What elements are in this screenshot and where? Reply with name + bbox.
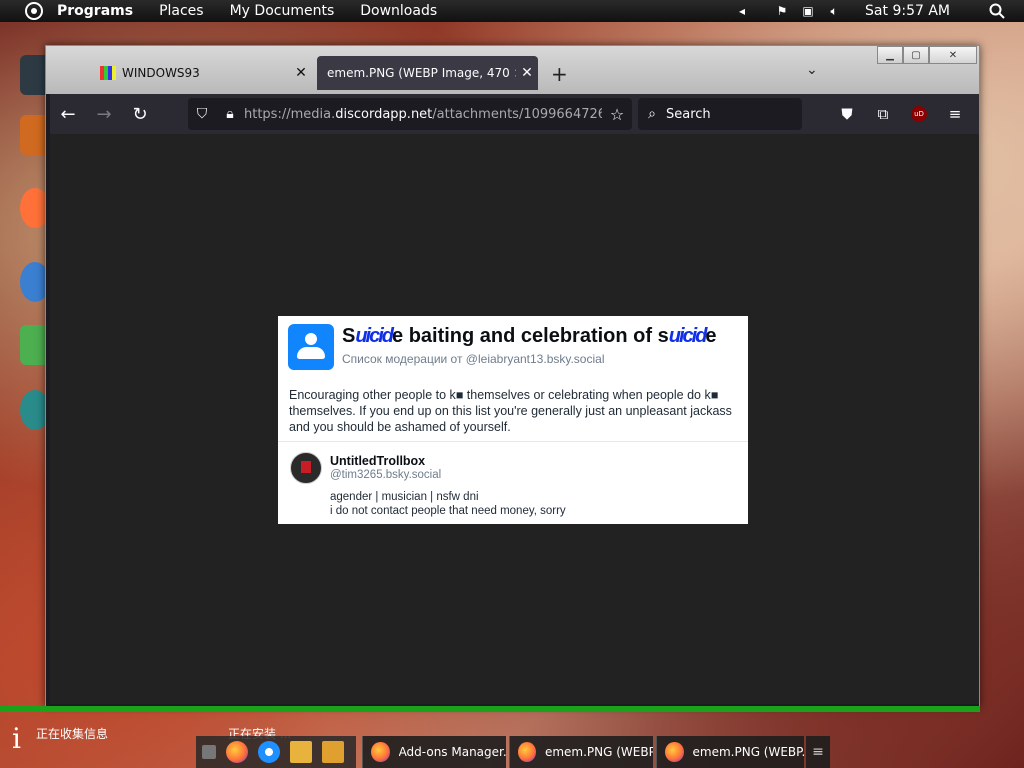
ublock-label: uD bbox=[911, 106, 927, 122]
title-part: e bbox=[705, 325, 717, 347]
browser-window: WINDOWS93 ✕ emem.PNG (WEBP Image, 470 × … bbox=[45, 45, 980, 707]
displayed-image[interactable]: Suicide baiting and celebration of suici… bbox=[278, 316, 748, 524]
search-icon[interactable] bbox=[988, 2, 1006, 20]
media-player-icon[interactable] bbox=[322, 741, 344, 763]
navigation-toolbar: ← → ↻ ⛉ 🔒︎ https://media.discordapp.net/… bbox=[50, 94, 979, 134]
menu-my-documents[interactable]: My Documents bbox=[230, 3, 335, 19]
tab-emem-png[interactable]: emem.PNG (WEBP Image, 470 × 208 pixels) … bbox=[317, 56, 538, 90]
extensions-icon[interactable]: ⧉ bbox=[865, 98, 901, 130]
system-tray: ◂ ⚑ ▣ 🔈︎ Sat 9:57 AM bbox=[725, 0, 1024, 22]
task-addons-manager[interactable]: Add-ons Manager... bbox=[362, 736, 506, 768]
top-panel: Programs Places My Documents Downloads ◂… bbox=[0, 0, 1024, 22]
user-bio-line: i do not contact people that need money,… bbox=[330, 505, 566, 517]
firefox-icon bbox=[665, 742, 684, 762]
firefox-icon bbox=[518, 742, 536, 762]
new-tab-icon[interactable]: + bbox=[551, 62, 568, 86]
tab-bar: WINDOWS93 ✕ emem.PNG (WEBP Image, 470 × … bbox=[46, 46, 979, 94]
window-controls: ▁ ▢ ✕ bbox=[877, 46, 977, 64]
toolbar-right: ⛊ ⧉ uD ≡ bbox=[829, 98, 973, 130]
page-content: Suicide baiting and celebration of suici… bbox=[50, 134, 979, 704]
task-label: emem.PNG (WEBP... bbox=[692, 745, 804, 759]
tab-windows93[interactable]: WINDOWS93 ✕ bbox=[90, 56, 312, 90]
divider bbox=[278, 441, 748, 442]
list-description: Encouraging other people to k■ themselve… bbox=[289, 388, 732, 434]
url-domain: discordapp.net bbox=[335, 106, 433, 122]
file-manager-icon[interactable] bbox=[290, 741, 312, 763]
network-icon[interactable]: ▣ bbox=[799, 2, 817, 20]
flag-icon[interactable]: ⚑ bbox=[773, 2, 791, 20]
tracking-shield-icon[interactable]: ⛉ bbox=[188, 106, 216, 122]
windows93-favicon-icon bbox=[100, 66, 116, 80]
lock-icon[interactable]: 🔒︎ bbox=[216, 106, 244, 122]
avatar bbox=[290, 452, 322, 484]
pocket-icon[interactable]: ⛊ bbox=[829, 98, 865, 130]
task-emem-png-1[interactable]: emem.PNG (WEBP... bbox=[509, 736, 653, 768]
close-tab-icon[interactable]: ✕ bbox=[516, 65, 538, 81]
redaction-scribble: uicid bbox=[355, 325, 394, 347]
taskbar-menu-icon[interactable]: ≡ bbox=[806, 736, 830, 768]
show-desktop-icon[interactable] bbox=[202, 745, 216, 759]
firefox-icon bbox=[371, 742, 390, 762]
main-menu-icon[interactable] bbox=[25, 2, 43, 20]
title-part: S bbox=[342, 325, 356, 347]
quick-launch bbox=[196, 736, 356, 768]
firefox-launcher-icon[interactable] bbox=[226, 741, 248, 763]
maximize-icon[interactable]: ▢ bbox=[903, 46, 929, 64]
menu-programs[interactable]: Programs bbox=[57, 3, 133, 19]
search-placeholder: Search bbox=[666, 106, 711, 122]
hamburger-menu-icon[interactable]: ≡ bbox=[937, 98, 973, 130]
close-tab-icon[interactable]: ✕ bbox=[290, 65, 312, 81]
tab-title: emem.PNG (WEBP Image, 470 × 208 pixels) bbox=[327, 66, 516, 80]
ublock-origin-icon[interactable]: uD bbox=[901, 98, 937, 130]
tab-title: WINDOWS93 bbox=[122, 66, 200, 80]
info-icon: i bbox=[12, 722, 21, 755]
forward-icon[interactable]: → bbox=[86, 98, 122, 130]
list-title: Suicide baiting and celebration of suici… bbox=[342, 325, 717, 348]
task-emem-png-2[interactable]: emem.PNG (WEBP... bbox=[656, 736, 804, 768]
user-display-name: UntitledTrollbox bbox=[330, 454, 426, 468]
search-icon: ⌕ bbox=[648, 106, 656, 122]
back-icon[interactable]: ← bbox=[50, 98, 86, 130]
internet-explorer-icon[interactable] bbox=[258, 741, 280, 763]
user-bio-line: agender | musician | nsfw dni bbox=[330, 491, 479, 503]
url-path: /attachments/1099664726 bbox=[432, 106, 602, 122]
tab-list-chevron-icon[interactable]: ⌄ bbox=[806, 62, 818, 78]
minimize-icon[interactable]: ▁ bbox=[877, 46, 903, 64]
close-window-icon[interactable]: ✕ bbox=[929, 46, 977, 64]
reload-icon[interactable]: ↻ bbox=[122, 98, 158, 130]
user-handle: @tim3265.bsky.social bbox=[330, 469, 442, 481]
url-text[interactable]: https://media.discordapp.net/attachments… bbox=[244, 107, 602, 122]
notification-text: 正在收集信息 bbox=[36, 727, 109, 741]
task-label: Add-ons Manager... bbox=[398, 745, 506, 759]
volume-icon[interactable]: 🔈︎ bbox=[825, 2, 843, 20]
menu-places[interactable]: Places bbox=[159, 3, 204, 19]
tray-arrow-icon[interactable]: ◂ bbox=[733, 2, 751, 20]
bookmark-star-icon[interactable]: ☆ bbox=[602, 105, 632, 124]
url-bar[interactable]: ⛉ 🔒︎ https://media.discordapp.net/attach… bbox=[188, 98, 632, 130]
search-bar[interactable]: ⌕ Search bbox=[638, 98, 802, 130]
list-subtitle: Список модерации от @leiabryant13.bsky.s… bbox=[342, 352, 605, 366]
menu-downloads[interactable]: Downloads bbox=[360, 3, 437, 19]
taskbar: i 正在收集信息 正在安装 ... Add-ons Manager... eme… bbox=[0, 712, 1024, 768]
task-label: emem.PNG (WEBP... bbox=[544, 745, 653, 759]
moderation-list-icon bbox=[288, 324, 334, 370]
clock[interactable]: Sat 9:57 AM bbox=[865, 3, 950, 19]
url-prefix: https://media. bbox=[244, 106, 336, 122]
title-part: e baiting and celebration of s bbox=[392, 325, 669, 347]
redaction-scribble: uicid bbox=[668, 325, 708, 347]
